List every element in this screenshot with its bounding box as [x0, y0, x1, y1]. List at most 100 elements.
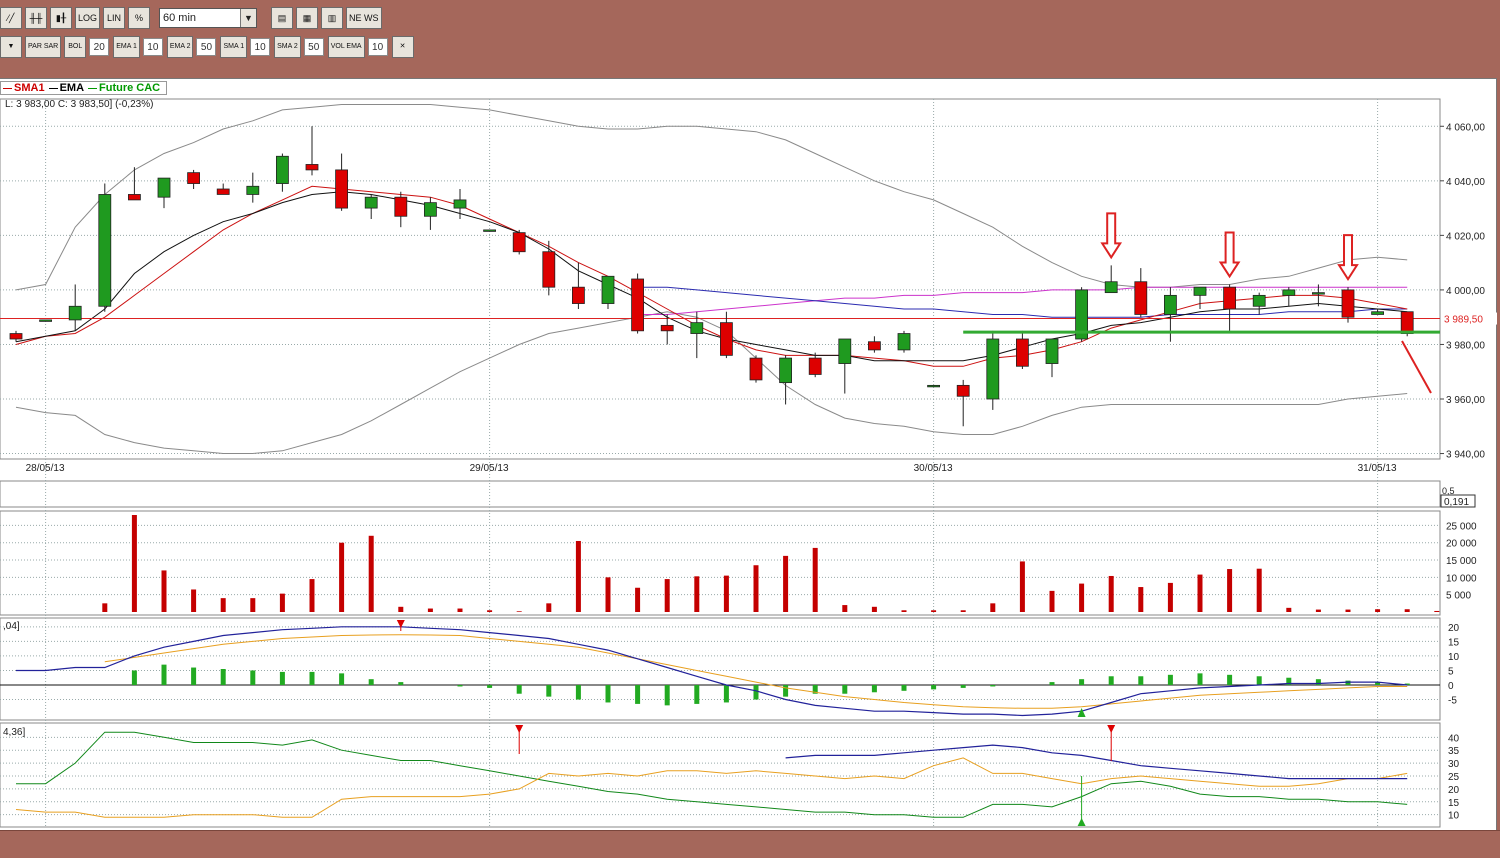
info-line: L: 3 983,00 C: 3 983,50] (-0,23%) — [5, 99, 154, 110]
volume-bar — [901, 610, 907, 612]
macd-hist-bar — [990, 685, 996, 687]
candle-down — [127, 194, 141, 201]
candle-up — [483, 229, 497, 232]
volume-bar — [398, 606, 404, 612]
legend-line — [48, 87, 58, 89]
volume-bar — [102, 603, 108, 612]
sma1-button[interactable]: SMA 1 — [220, 36, 248, 58]
macd-tick-label: 10 — [1448, 652, 1460, 663]
chart-tool-icon[interactable]: ✕ — [391, 36, 414, 58]
chevron-down-icon[interactable]: ▼ — [240, 9, 257, 27]
chart-area[interactable]: 28/05/13 29/05/13 30/05/13 31/05/13 3 940,00… — [0, 78, 1497, 830]
candle-up — [1104, 281, 1118, 294]
macd-hist-bar — [960, 685, 966, 688]
candle-up — [275, 155, 289, 184]
volume-bar — [1256, 568, 1262, 612]
colors-icon[interactable]: ▦ — [296, 7, 319, 29]
ema2-period-field[interactable]: 50 — [196, 38, 217, 56]
price-tick-label: 3 960,00 — [1446, 395, 1485, 406]
volume-bar — [1079, 583, 1085, 612]
macd-hist-bar — [457, 685, 463, 687]
price-tick-label: 4 020,00 — [1446, 231, 1485, 242]
candle-down — [335, 169, 349, 209]
bol-period-field[interactable]: 20 — [89, 38, 110, 56]
rsi-pane — [0, 480, 1441, 508]
macd-hist-bar — [605, 685, 611, 703]
macd-hist-bar — [1197, 673, 1203, 685]
candle-down — [305, 164, 319, 171]
volume-bar — [694, 576, 700, 612]
volume-bar — [723, 575, 729, 612]
volume-bar — [279, 593, 285, 612]
volume-bar — [309, 579, 315, 612]
lin-button[interactable]: LIN — [103, 7, 126, 29]
volume-bar — [220, 598, 226, 612]
candle-down — [808, 357, 822, 375]
sma2-period-field[interactable]: 50 — [303, 38, 324, 56]
line-chart-icon[interactable]: ⁄╱ — [0, 7, 22, 29]
candle-up — [690, 322, 704, 334]
bar-chart-icon[interactable]: ╫╫ — [25, 7, 47, 29]
dmi-tick-label: 35 — [1448, 746, 1460, 757]
volume-bar — [1404, 609, 1410, 612]
ema2-button[interactable]: EMA 2 — [166, 36, 194, 58]
candle-up — [927, 384, 940, 388]
candle-down — [1016, 338, 1029, 367]
candle-down — [572, 286, 585, 304]
candle-up — [1193, 286, 1207, 296]
volume-bar — [1345, 609, 1351, 612]
macd-hist-bar — [516, 685, 522, 694]
sma1-period-field[interactable]: 10 — [250, 38, 271, 56]
macd-hist-bar — [753, 685, 759, 700]
price-tick-label: 4 060,00 — [1446, 122, 1485, 133]
volume-bar — [457, 608, 463, 612]
macd-label: ,04] — [3, 621, 20, 632]
legend-item: Future CAC — [88, 82, 160, 94]
macd-tick-label: 5 — [1448, 666, 1454, 677]
draw-tool-icon[interactable]: ▤ — [271, 7, 294, 29]
volume-bar — [575, 540, 581, 612]
indicator-window-icon[interactable]: ▥ — [321, 7, 344, 29]
filter-icon[interactable]: ▼ — [0, 36, 22, 58]
candle-up — [601, 275, 615, 304]
macd-hist-bar — [1079, 679, 1085, 685]
volume-bar — [487, 610, 493, 612]
volema-period-field[interactable]: 10 — [367, 38, 388, 56]
volume-bar — [635, 587, 641, 612]
price-tick-label: 4 040,00 — [1446, 177, 1485, 188]
candle-up — [364, 196, 378, 209]
ema1-period-field[interactable]: 10 — [142, 38, 163, 56]
volume-bar — [427, 608, 433, 612]
news-icon[interactable]: NE WS — [346, 7, 382, 29]
macd-hist-bar — [546, 685, 552, 697]
volume-bar — [960, 610, 966, 612]
macd-hist-bar — [279, 671, 285, 685]
macd-hist-bar — [191, 667, 197, 685]
log-button[interactable]: LOG — [75, 7, 101, 29]
candle-down — [1223, 286, 1236, 310]
volume-bar — [368, 535, 374, 612]
rsi-value-label: 0,191 — [1444, 497, 1469, 508]
candle-up — [423, 202, 437, 217]
candle-down — [1400, 311, 1414, 334]
volema-button[interactable]: VOL EMA — [327, 36, 365, 58]
timeframe-select[interactable]: 60 min ▼ — [159, 8, 258, 28]
bol-button[interactable]: BOL — [64, 36, 87, 58]
dmi-tick-label: 25 — [1448, 772, 1460, 783]
volume-bar — [516, 611, 522, 612]
candlestick-icon[interactable]: ▮╂ — [50, 7, 72, 29]
macd-hist-bar — [309, 671, 315, 685]
ema1-button[interactable]: EMA 1 — [113, 36, 140, 58]
macd-hist-bar — [1049, 682, 1055, 685]
volume-pane — [0, 510, 1441, 616]
volume-bar — [161, 570, 167, 612]
volume-bar — [605, 577, 611, 612]
macd-hist-bar — [575, 685, 581, 700]
macd-hist-bar — [339, 673, 345, 685]
percent-button[interactable]: % — [128, 7, 151, 29]
chart-canvas[interactable]: 28/05/13 29/05/13 30/05/13 31/05/13 3 940,00… — [0, 79, 1497, 831]
parsar-button[interactable]: PAR SAR — [25, 36, 62, 58]
volume-bar — [1167, 582, 1173, 612]
volume-bar — [546, 603, 552, 612]
sma2-button[interactable]: SMA 2 — [274, 36, 301, 58]
